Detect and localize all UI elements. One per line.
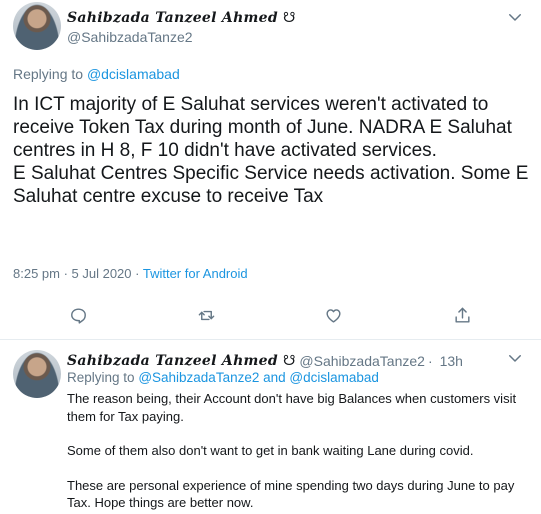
reply-tweet[interactable]: Sahibzada Tanzeel Ahmed ☋ @SahibzadaTanz…: [0, 341, 541, 514]
reply-age[interactable]: 13h: [440, 353, 463, 369]
author-display-name[interactable]: Sahibzada Tanzeel Ahmed: [67, 10, 278, 26]
reply-paragraph: These are personal experience of mine sp…: [67, 477, 515, 511]
like-icon[interactable]: [321, 303, 345, 327]
reply-paragraph: The reason being, their Account don't ha…: [67, 391, 517, 424]
reply-author-line: Sahibzada Tanzeel Ahmed ☋ @SahibzadaTanz…: [67, 352, 463, 369]
replying-and: and: [263, 370, 286, 385]
timestamp[interactable]: 8:25 pm · 5 Jul 2020 ·: [13, 266, 143, 281]
retweet-icon[interactable]: [194, 303, 218, 327]
name-symbol: ☋: [282, 9, 296, 25]
reply-author-display-name[interactable]: Sahibzada Tanzeel Ahmed: [67, 353, 278, 369]
avatar[interactable]: [13, 350, 61, 398]
tweet-text: In ICT majority of E Saluhat services we…: [13, 94, 529, 207]
reply-paragraph: Some of them also don't want to get in b…: [67, 443, 474, 458]
reply-icon[interactable]: [66, 303, 90, 327]
reply-replying-to: Replying to @SahibzadaTanze2 and @dcisla…: [67, 370, 379, 385]
replying-to-link[interactable]: @dcislamabad: [87, 66, 180, 82]
separator-dot: ·: [427, 352, 433, 369]
replying-to-link-1[interactable]: @SahibzadaTanze2: [138, 370, 259, 385]
avatar[interactable]: [13, 2, 61, 50]
chevron-down-icon[interactable]: [506, 349, 524, 367]
main-tweet: Sahibzada Tanzeel Ahmed ☋ @SahibzadaTanz…: [0, 0, 541, 340]
replying-to: Replying to @dcislamabad: [13, 66, 180, 82]
reply-author-handle[interactable]: @SahibzadaTanze2: [299, 353, 425, 369]
chevron-down-icon[interactable]: [506, 8, 524, 26]
tweet-meta: 8:25 pm · 5 Jul 2020 · Twitter for Andro…: [13, 266, 248, 281]
share-icon[interactable]: [450, 303, 474, 327]
replying-prefix: Replying to: [13, 66, 84, 82]
name-symbol: ☋: [282, 352, 296, 368]
author-name-line[interactable]: Sahibzada Tanzeel Ahmed ☋: [67, 9, 295, 26]
replying-prefix: Replying to: [67, 370, 135, 385]
reply-text: The reason being, their Account don't ha…: [67, 390, 517, 514]
author-handle[interactable]: @SahibzadaTanze2: [67, 29, 193, 45]
tweet-source[interactable]: Twitter for Android: [143, 266, 248, 281]
replying-to-link-2[interactable]: @dcislamabad: [289, 370, 379, 385]
